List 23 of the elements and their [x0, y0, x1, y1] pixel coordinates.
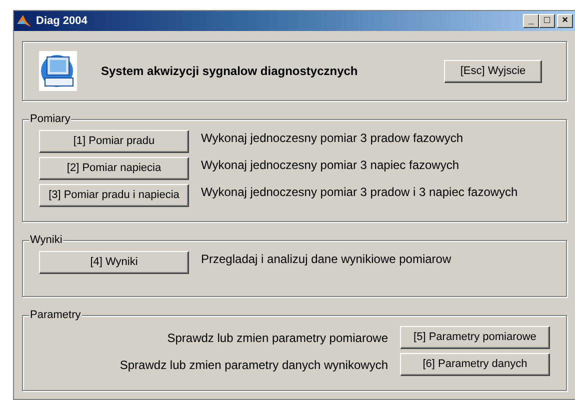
group-label: Pomiary — [29, 112, 72, 126]
action-button[interactable]: [3] Pomiar pradu i napiecia — [39, 184, 189, 207]
action-button[interactable]: [6] Parametry danych — [400, 353, 550, 376]
description-text: Wykonaj jednoczesny pomiar 3 napiec fazowych — [201, 156, 460, 174]
description-text: Wykonaj jednoczesny pomiar 3 pradow i 3 napiec fazowych — [201, 184, 518, 200]
close-button[interactable]: × — [557, 14, 573, 28]
group-label: Parametry — [29, 308, 82, 322]
exit-button[interactable]: [Esc] Wyjscie — [444, 60, 542, 82]
description-text: Przegladaj i analizuj dane wynikiowe pomiarow — [201, 250, 452, 268]
description-text: Sprawdz lub zmien parametry danych wynikowych — [120, 356, 388, 374]
group-label: Wyniki — [29, 233, 64, 247]
action-button[interactable]: [5] Parametry pomiarowe — [400, 326, 550, 349]
action-button[interactable]: [4] Wyniki — [39, 251, 189, 274]
app-logo-icon — [16, 13, 32, 29]
app-title: System akwizycji sygnalow diagnostycznych — [101, 63, 358, 80]
computer-icon — [39, 51, 77, 91]
window-title: Diag 2004 — [36, 14, 88, 29]
description-text: Wykonaj jednoczesny pomiar 3 pradow fazowych — [201, 130, 464, 146]
description-text: Sprawdz lub zmien parametry pomiarowe — [167, 330, 388, 346]
minimize-button[interactable]: _ — [523, 14, 539, 28]
maximize-button[interactable]: □ — [539, 14, 555, 28]
action-button[interactable]: [1] Pomiar pradu — [39, 130, 189, 153]
action-button[interactable]: [2] Pomiar napiecia — [39, 157, 189, 180]
